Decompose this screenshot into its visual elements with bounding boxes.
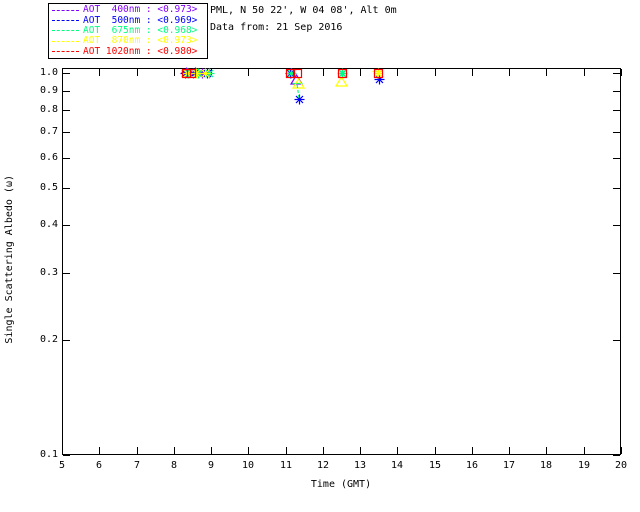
y-axis-tick-right — [613, 273, 620, 274]
x-axis-tick-top — [323, 69, 324, 76]
y-axis-tick — [63, 132, 70, 133]
x-axis-tick-label: 5 — [58, 460, 66, 471]
y-axis-tick-label: 0.4 — [39, 219, 58, 230]
x-axis-tick — [174, 447, 175, 454]
x-axis-tick-label: 16 — [465, 460, 479, 471]
ssa-time-plot: AOT 400nm : <0.973> AOT 500nm : <0.969> … — [0, 0, 640, 512]
y-axis-tick — [63, 455, 70, 456]
x-axis-tick — [360, 447, 361, 454]
x-axis-tick-top — [137, 69, 138, 76]
y-axis-tick — [63, 225, 70, 226]
y-axis-tick-label: 0.2 — [39, 334, 58, 345]
y-axis-tick-label: 0.5 — [39, 182, 58, 193]
x-axis-tick — [584, 447, 585, 454]
y-axis-tick-right — [613, 110, 620, 111]
data-marker-asterisk — [200, 68, 211, 79]
y-axis-tick-right — [613, 73, 620, 74]
x-axis-tick-label: 10 — [241, 460, 255, 471]
y-axis-tick-label: 0.9 — [39, 85, 58, 96]
dashed-line-swatch — [52, 51, 79, 53]
y-axis-title: Single Scattering Albedo (ω) — [4, 175, 15, 344]
y-axis-tick-label: 0.6 — [39, 152, 58, 163]
x-axis-tick-label: 14 — [390, 460, 404, 471]
site-location-text: PML, N 50 22', W 04 08', Alt 0m — [210, 5, 397, 16]
legend-item-1020nm: AOT 1020nm : <0.980> — [52, 45, 204, 57]
y-axis-tick — [63, 340, 70, 341]
x-axis-tick — [546, 447, 547, 454]
x-axis-tick-top — [174, 69, 175, 76]
legend-label: AOT 1020nm : <0.980> — [83, 45, 198, 57]
y-axis-tick-label: 0.7 — [39, 126, 58, 137]
y-axis-tick-right — [613, 340, 620, 341]
x-axis-tick — [472, 447, 473, 454]
y-axis-tick-right — [613, 188, 620, 189]
dashed-line-swatch — [52, 9, 79, 11]
y-axis-tick — [63, 273, 70, 274]
x-axis-tick-top — [584, 69, 585, 76]
data-date-text: Data from: 21 Sep 2016 — [210, 22, 343, 33]
x-axis-tick-top — [435, 69, 436, 76]
x-axis-tick — [509, 447, 510, 454]
x-axis-tick — [397, 447, 398, 454]
data-marker-square — [186, 69, 196, 79]
x-axis-tick-top — [621, 69, 622, 76]
data-marker-square — [374, 69, 384, 79]
x-axis-tick-label: 7 — [133, 460, 141, 471]
x-axis-tick-top — [472, 69, 473, 76]
x-axis-tick-top — [546, 69, 547, 76]
y-axis-tick-right — [613, 91, 620, 92]
x-axis-tick-label: 20 — [614, 460, 628, 471]
x-axis-tick-label: 19 — [577, 460, 591, 471]
y-axis-tick — [63, 110, 70, 111]
x-axis-tick-label: 13 — [353, 460, 367, 471]
legend-label: AOT 870nm : <0.973> — [83, 35, 198, 47]
dashed-line-swatch — [52, 20, 79, 22]
x-axis-tick — [435, 447, 436, 454]
y-axis-tick — [63, 73, 70, 74]
data-marker-square — [337, 68, 347, 79]
x-axis-tick — [137, 447, 138, 454]
y-axis-tick-right — [613, 225, 620, 226]
y-axis-tick-right — [613, 455, 620, 456]
plot-frame — [62, 68, 621, 455]
legend-box: AOT 400nm : <0.973> AOT 500nm : <0.969> … — [48, 3, 208, 59]
y-axis-tick-label: 0.8 — [39, 104, 58, 115]
x-axis-tick-top — [99, 69, 100, 76]
x-axis-tick-label: 15 — [428, 460, 442, 471]
x-axis-tick-label: 11 — [279, 460, 293, 471]
y-axis-tick-label: 0.1 — [39, 449, 58, 460]
y-axis-tick — [63, 158, 70, 159]
y-axis-tick-label: 0.3 — [39, 267, 58, 278]
x-axis-tick — [323, 447, 324, 454]
dashed-line-swatch — [52, 30, 79, 32]
x-axis-tick-label: 18 — [539, 460, 553, 471]
x-axis-tick-label: 12 — [316, 460, 330, 471]
x-axis-tick-label: 8 — [170, 460, 178, 471]
x-axis-tick — [286, 447, 287, 454]
y-axis-tick — [63, 188, 70, 189]
y-axis-tick-right — [613, 158, 620, 159]
legend-item-400nm: AOT 400nm : <0.973> — [52, 5, 204, 15]
x-axis-tick-top — [248, 69, 249, 76]
y-axis-tick-label: 1.0 — [39, 67, 58, 78]
x-axis-tick-label: 17 — [502, 460, 516, 471]
x-axis-tick-top — [397, 69, 398, 76]
dashed-line-swatch — [52, 40, 79, 42]
x-axis-tick — [211, 447, 212, 454]
x-axis-tick-label: 6 — [95, 460, 103, 471]
data-marker-square — [293, 69, 303, 79]
x-axis-tick-top — [360, 69, 361, 76]
x-axis-tick — [621, 447, 622, 454]
x-axis-title: Time (GMT) — [310, 479, 372, 490]
x-axis-tick — [99, 447, 100, 454]
y-axis-tick-right — [613, 132, 620, 133]
y-axis-tick — [63, 91, 70, 92]
legend-label: AOT 400nm : <0.973> — [83, 4, 198, 16]
x-axis-tick-top — [509, 69, 510, 76]
x-axis-tick — [62, 447, 63, 454]
x-axis-tick-label: 9 — [207, 460, 215, 471]
x-axis-tick — [248, 447, 249, 454]
legend-item-870nm: AOT 870nm : <0.973> — [52, 36, 204, 46]
data-marker-asterisk — [294, 94, 305, 105]
